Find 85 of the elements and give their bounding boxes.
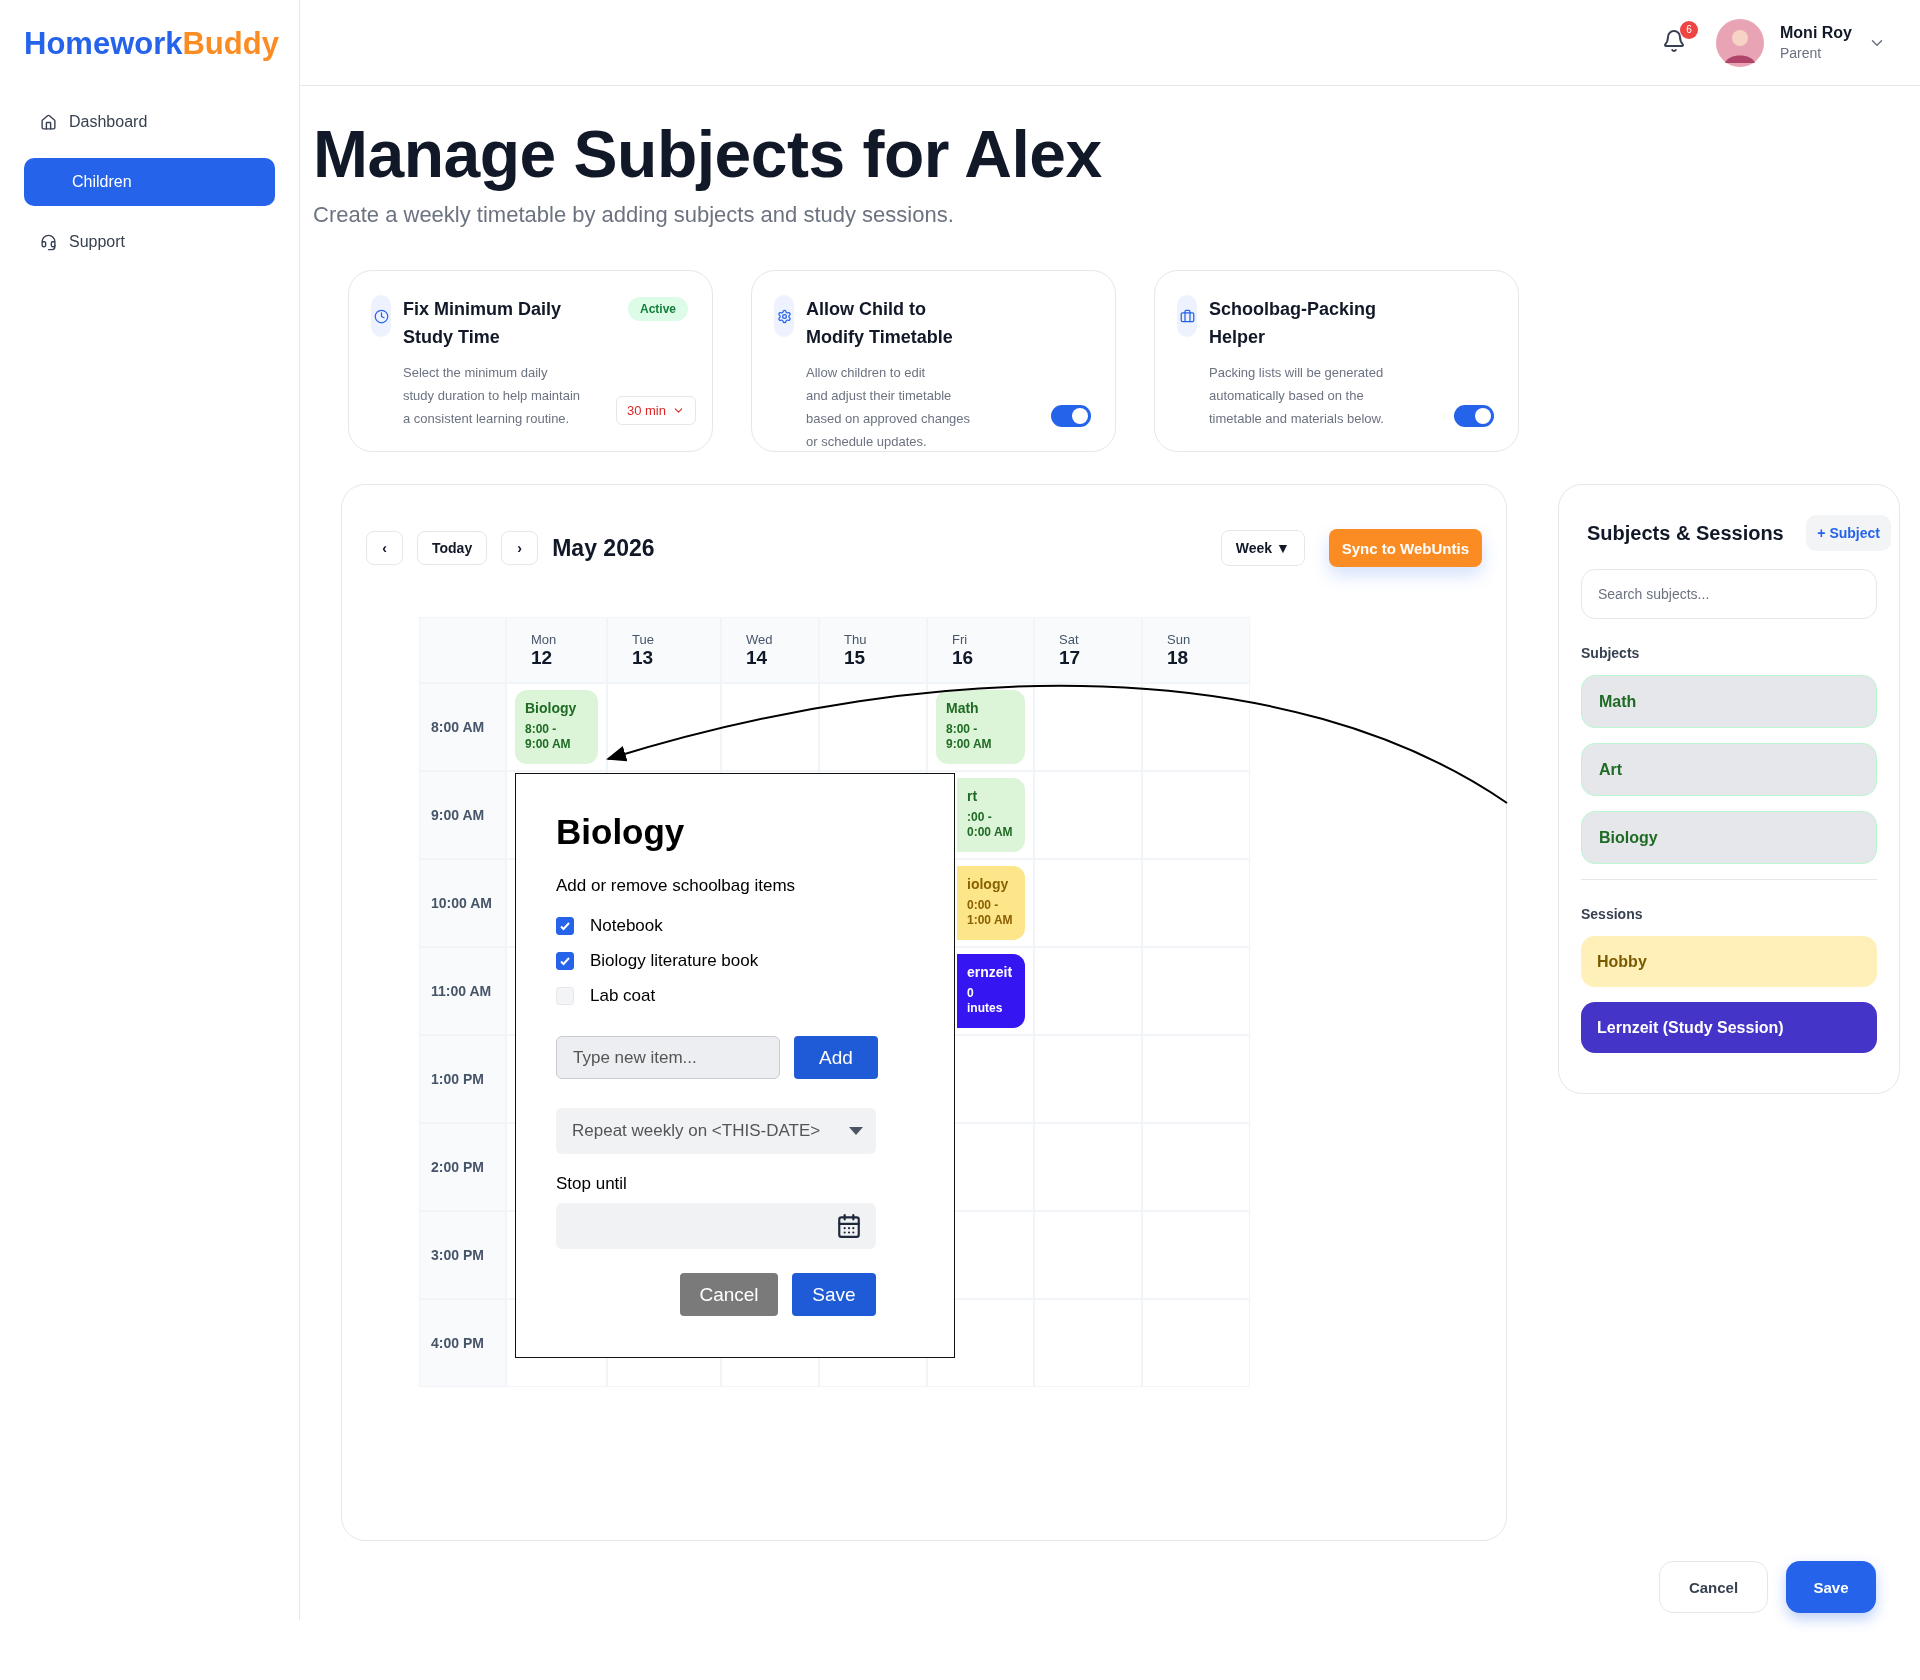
save-button[interactable]: Save [1786, 1561, 1876, 1613]
repeat-select[interactable]: Repeat weekly on <THIS-DATE> [556, 1108, 876, 1154]
time-label: 1:00 PM [419, 1035, 506, 1123]
settings-icon [774, 295, 794, 337]
field-label: Stop until [556, 1174, 628, 1194]
toggle-switch[interactable] [1051, 405, 1091, 427]
notification-bell-icon[interactable] [1662, 28, 1686, 53]
search-field[interactable]: Search subjects... [1581, 569, 1877, 619]
calendar-event[interactable]: Math 8:00 - 9:00 AM [936, 690, 1025, 764]
day-name: Tue [632, 632, 655, 647]
calendar-event[interactable]: rt :00 - 0:00 AM [957, 778, 1025, 852]
headset-icon [40, 233, 57, 251]
session-item[interactable]: Hobby [1581, 936, 1877, 987]
section-label: Subjects [1581, 645, 1641, 661]
card-title: Schoolbag-Packing Helper [1209, 298, 1378, 349]
checkbox-label: Notebook [590, 915, 663, 936]
section-label: Sessions [1581, 906, 1644, 922]
cancel-button[interactable]: Cancel [1659, 1561, 1768, 1613]
subject-item[interactable]: Biology [1581, 811, 1877, 864]
card-title: Allow Child to Modify Timetable [806, 298, 954, 349]
panel-title: Subjects & Sessions [1587, 521, 1784, 545]
card-description: Packing lists will be generated automatically based on the timetable and materials below. [1209, 364, 1385, 428]
checkbox[interactable] [556, 916, 574, 935]
day-name: Wed [746, 632, 774, 647]
home-icon [40, 113, 57, 131]
dropdown-icon [848, 1126, 864, 1136]
add-subject-button[interactable]: + Subject [1806, 515, 1891, 551]
time-label: 3:00 PM [419, 1211, 506, 1299]
new-item-field[interactable]: Type new item... [556, 1036, 780, 1079]
page-title: Manage Subjects for Alex [313, 116, 1103, 192]
day-name: Sat [1059, 632, 1080, 647]
status-badge: Active [627, 297, 688, 321]
clock-icon [371, 295, 391, 337]
subject-item[interactable]: Art [1581, 743, 1877, 796]
time-label: 2:00 PM [419, 1123, 506, 1211]
time-label: 4:00 PM [419, 1299, 506, 1387]
time-label: 8:00 AM [419, 683, 506, 771]
day-name: Mon [531, 632, 558, 647]
page-subtitle: Create a weekly timetable by adding subjects and study sessions. [313, 202, 955, 228]
user-role: Parent [1780, 45, 1823, 61]
day-date: 16 [952, 647, 975, 669]
calendar-icon[interactable] [836, 1213, 862, 1239]
sidebar-item[interactable]: Support [24, 218, 275, 266]
save-button[interactable]: Save [792, 1273, 876, 1316]
dialog-subtitle: Add or remove schoolbag items [556, 876, 797, 896]
card-description: Allow children to edit and adjust their timetable based on approved changes or schedule updates. [806, 364, 972, 451]
session-item[interactable]: Lernzeit (Study Session) [1581, 1002, 1877, 1053]
calendar-event[interactable]: iology 0:00 - 1:00 AM [957, 866, 1025, 940]
briefcase-icon [1177, 295, 1197, 337]
duration-select[interactable]: 30 min [615, 396, 696, 425]
notification-count: 6 [1680, 20, 1698, 39]
checkbox-label: Biology literature book [590, 950, 759, 971]
time-label: 10:00 AM [419, 859, 506, 947]
calendar-event[interactable]: ernzeit 0 inutes [957, 954, 1025, 1028]
sidebar-item[interactable]: Dashboard [24, 98, 275, 146]
day-date: 17 [1059, 647, 1082, 669]
time-label: 9:00 AM [419, 771, 506, 859]
day-date: 14 [746, 647, 769, 669]
view-dropdown[interactable]: Week ▼ [1220, 530, 1305, 566]
day-date: 12 [531, 647, 554, 669]
month-title: May 2026 [552, 534, 655, 562]
today-button[interactable]: Today [417, 531, 488, 565]
day-name: Thu [844, 632, 868, 647]
day-date: 18 [1167, 647, 1190, 669]
day-date: 15 [844, 647, 867, 669]
time-label: 11:00 AM [419, 947, 506, 1035]
day-name: Fri [952, 632, 969, 647]
avatar[interactable] [1716, 18, 1764, 67]
day-name: Sun [1167, 632, 1192, 647]
checkbox[interactable] [556, 951, 574, 970]
subject-item[interactable]: Math [1581, 675, 1877, 728]
cancel-button[interactable]: Cancel [680, 1273, 778, 1316]
checkbox-label: Lab coat [590, 985, 656, 1006]
card-title: Fix Minimum Daily Study Time [403, 298, 563, 349]
dialog-title: Biology [556, 812, 686, 852]
date-field[interactable] [556, 1203, 876, 1249]
day-date: 13 [632, 647, 655, 669]
previous-button[interactable]: ‹ [366, 531, 403, 565]
add-button[interactable]: Add [794, 1036, 878, 1079]
user-name: Moni Roy [1780, 24, 1852, 42]
next-button[interactable]: › [501, 531, 539, 565]
card-description: Select the minimum daily study duration to help maintain a consistent learning routine. [403, 364, 582, 428]
calendar-event[interactable]: Biology 8:00 - 9:00 AM [515, 690, 598, 764]
toggle-switch[interactable] [1454, 405, 1494, 427]
sidebar-item[interactable]: Children [24, 158, 275, 206]
